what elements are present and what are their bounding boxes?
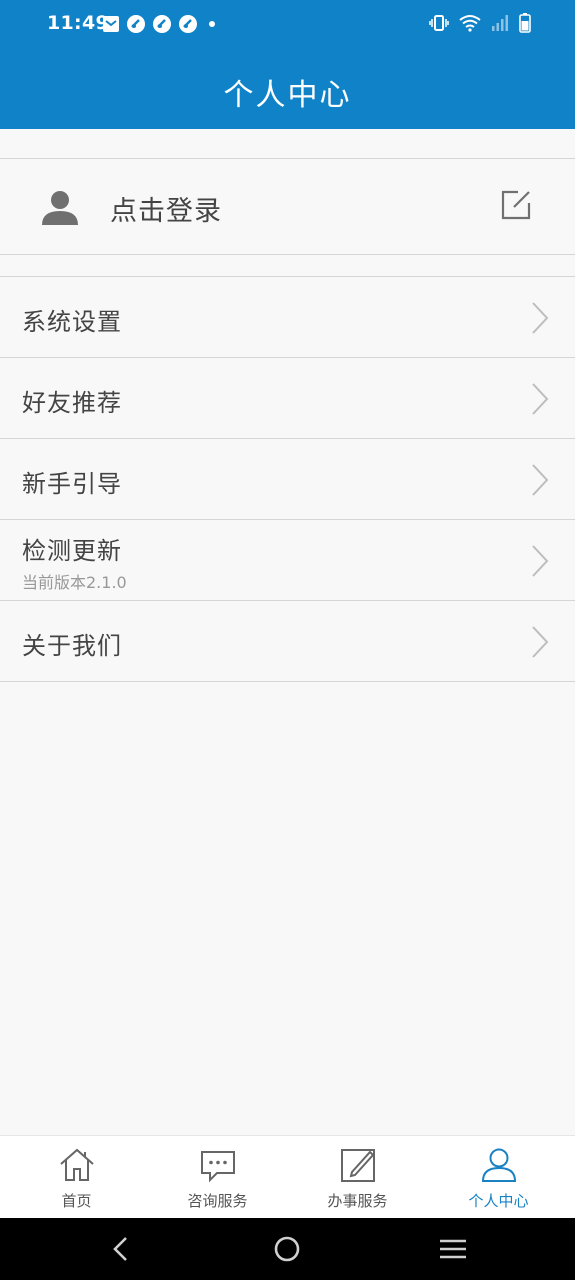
chat-icon [200,1151,235,1183]
tab-label: 首页 [61,1192,92,1210]
system-icons [429,13,531,33]
menu-item-friend-recommend[interactable]: 好友推荐 [0,358,575,439]
home-button-icon[interactable] [270,1232,304,1266]
user-avatar-icon [42,191,78,225]
app-icon [127,15,145,33]
menu-icon[interactable] [436,1232,470,1266]
bottom-tab-bar: 首页 咨询服务 办事服务 个人中心 [0,1135,575,1218]
tab-home[interactable]: 首页 [5,1136,148,1219]
settings-menu: 系统设置 好友推荐 新手引导 检测更新 当前版本2.1.0 关于我们 [0,276,575,682]
menu-item-beginner-guide[interactable]: 新手引导 [0,439,575,520]
chevron-right-icon [532,383,549,415]
app-icon [153,15,171,33]
dot-icon [209,21,215,27]
notification-icons [102,14,220,34]
battery-icon [519,13,531,33]
version-text: 当前版本2.1.0 [22,573,127,592]
tab-label: 咨询服务 [187,1192,248,1210]
menu-item-system-settings[interactable]: 系统设置 [0,277,575,358]
tab-personal-center[interactable]: 个人中心 [427,1136,570,1219]
menu-item-check-update[interactable]: 检测更新 当前版本2.1.0 [0,520,575,601]
chevron-right-icon [532,545,549,577]
vibrate-icon [429,15,449,31]
status-bar: 11:49 [0,0,575,48]
app-icon [179,15,197,33]
tab-services[interactable]: 办事服务 [286,1136,429,1219]
system-nav-bar [0,1218,575,1280]
signal-icon [492,15,508,31]
menu-item-label: 检测更新 [22,537,122,565]
login-label[interactable]: 点击登录 [110,189,222,228]
wifi-icon [459,15,481,32]
home-icon [59,1148,94,1181]
menu-item-label: 好友推荐 [22,389,122,417]
edit-profile-icon[interactable] [500,189,532,221]
menu-item-about-us[interactable]: 关于我们 [0,601,575,682]
chevron-right-icon [532,464,549,496]
status-time: 11:49 [47,12,109,34]
app-header: 11:49 个人中心 [0,0,575,129]
person-icon [481,1148,516,1182]
page-title: 个人中心 [223,78,352,113]
chevron-right-icon [532,302,549,334]
menu-item-label: 系统设置 [22,308,122,336]
login-card[interactable]: 点击登录 [0,158,575,255]
edit-icon [340,1149,375,1182]
tab-label: 办事服务 [327,1192,388,1210]
tab-consult[interactable]: 咨询服务 [146,1136,289,1219]
menu-item-label: 关于我们 [22,632,122,660]
tab-label: 个人中心 [468,1192,529,1210]
back-icon[interactable] [104,1232,138,1266]
menu-item-label: 新手引导 [22,470,122,498]
mail-icon [103,16,119,32]
chevron-right-icon [532,626,549,658]
